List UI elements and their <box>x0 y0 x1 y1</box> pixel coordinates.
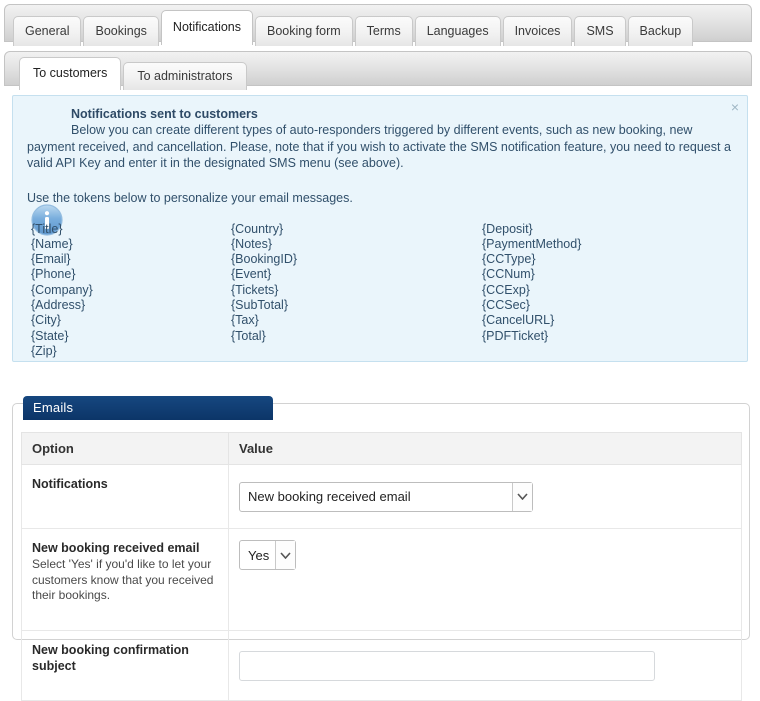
token-item: {City} <box>31 313 61 328</box>
token-columns: {Title} {Name} {Email} {Phone} {Company}… <box>27 222 733 358</box>
option-label: Notifications <box>32 477 108 491</box>
tab-general[interactable]: General <box>13 16 82 46</box>
emails-settings-table: Option Value Notifications New booking r… <box>21 432 742 701</box>
option-cell: Notifications <box>21 464 229 529</box>
notifications-select[interactable]: New booking received email <box>239 481 533 512</box>
token-item: {Tax} <box>231 313 259 328</box>
notifications-select-value: New booking received email <box>248 489 411 504</box>
column-header-option: Option <box>21 432 229 465</box>
tab-sms[interactable]: SMS <box>574 16 626 46</box>
option-cell: New booking received email Select 'Yes' … <box>21 528 229 631</box>
token-item: {CancelURL} <box>482 313 555 328</box>
token-item: {Email} <box>31 252 71 267</box>
column-header-value: Value <box>228 432 742 465</box>
token-column-3: {Deposit} {PaymentMethod} {CCType} {CCNu… <box>482 222 581 344</box>
emails-panel-legend: Emails <box>23 396 273 420</box>
tab-to-administrators[interactable]: To administrators <box>123 62 247 90</box>
tab-terms[interactable]: Terms <box>354 16 413 46</box>
value-cell: Yes <box>228 528 742 631</box>
token-column-2: {Country} {Notes} {BookingID} {Event} {T… <box>231 222 297 344</box>
tab-notifications[interactable]: Notifications <box>160 10 254 45</box>
value-cell: New booking received email <box>228 464 742 529</box>
token-item: {Name} <box>31 236 73 251</box>
value-cell <box>228 630 742 701</box>
notifications-info-notice: × Notifications sent to customers Below … <box>12 95 748 362</box>
sub-tab-bar: To customers To administrators <box>4 51 752 90</box>
tab-bookings[interactable]: Bookings <box>83 16 159 46</box>
tab-invoices[interactable]: Invoices <box>502 16 573 46</box>
table-row: Notifications New booking received email <box>21 464 742 529</box>
token-item: {Tickets} <box>231 282 279 297</box>
token-item: {SubTotal} <box>231 297 288 312</box>
token-item: {Title} <box>31 221 63 236</box>
token-item: {CCSec} <box>482 297 530 312</box>
token-item: {PDFTicket} <box>482 328 549 343</box>
token-item: {Deposit} <box>482 221 533 236</box>
token-item: {Company} <box>31 282 93 297</box>
new-booking-received-email-value: Yes <box>248 547 270 563</box>
notice-title: Notifications sent to customers <box>71 107 258 121</box>
table-row: New booking confirmation subject <box>21 630 742 701</box>
tab-booking-form[interactable]: Booking form <box>255 16 353 46</box>
new-booking-received-email-select[interactable]: Yes <box>239 540 296 570</box>
notice-tokens-intro: Use the tokens below to personalize your… <box>27 190 353 205</box>
tab-to-customers[interactable]: To customers <box>19 57 122 90</box>
token-item: {Notes} <box>231 236 273 251</box>
token-item: {CCType} <box>482 252 536 267</box>
token-item: {Zip} <box>31 343 57 358</box>
token-column-1: {Title} {Name} {Email} {Phone} {Company}… <box>31 222 93 360</box>
tab-backup[interactable]: Backup <box>627 16 694 46</box>
chevron-down-icon[interactable] <box>512 482 532 511</box>
new-booking-confirmation-subject-input[interactable] <box>239 650 655 681</box>
chevron-down-icon[interactable] <box>275 541 295 569</box>
token-item: {BookingID} <box>231 252 298 267</box>
token-item: {CCNum} <box>482 267 535 282</box>
option-label: New booking received email <box>32 541 200 555</box>
option-cell: New booking confirmation subject <box>21 630 229 701</box>
token-item: {Address} <box>31 297 86 312</box>
token-item: {Country} <box>231 221 284 236</box>
main-tab-bar: General Bookings Notifications Booking form… <box>4 4 752 46</box>
token-item: {CCExp} <box>482 282 530 297</box>
option-label: New booking confirmation subject <box>32 643 189 673</box>
token-item: {Phone} <box>31 267 76 282</box>
tab-languages[interactable]: Languages <box>414 16 501 46</box>
emails-panel: Emails Option Value Notifications New bo… <box>12 396 750 701</box>
table-header-row: Option Value <box>21 432 742 465</box>
notice-body: Below you can create different types of … <box>27 123 731 170</box>
option-description: Select 'Yes' if you'd like to let your c… <box>32 557 214 602</box>
token-item: {PaymentMethod} <box>482 236 582 251</box>
table-row: New booking received email Select 'Yes' … <box>21 528 742 631</box>
token-item: {State} <box>31 328 69 343</box>
token-item: {Event} <box>231 267 272 282</box>
token-item: {Total} <box>231 328 266 343</box>
